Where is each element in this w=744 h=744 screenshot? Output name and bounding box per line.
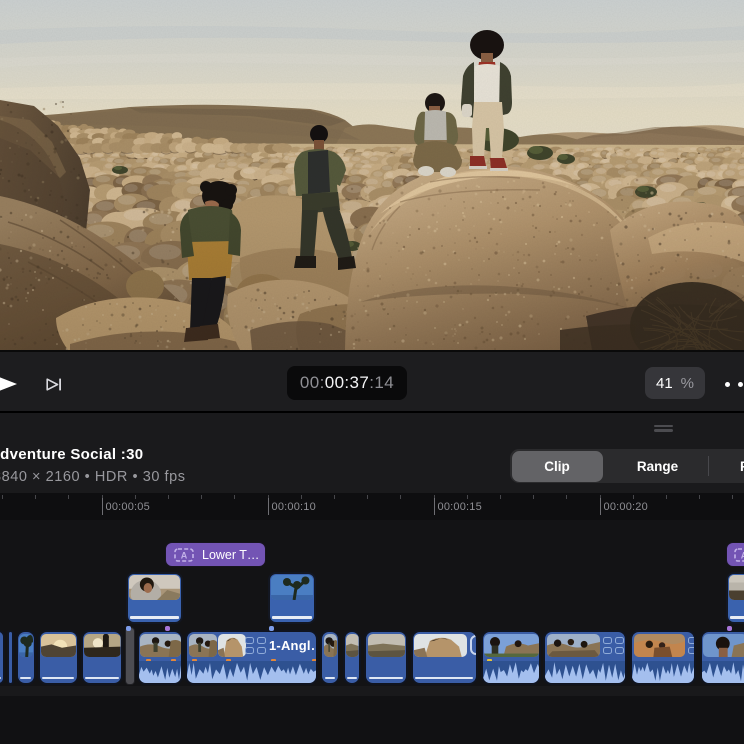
svg-text:A: A <box>181 550 188 560</box>
